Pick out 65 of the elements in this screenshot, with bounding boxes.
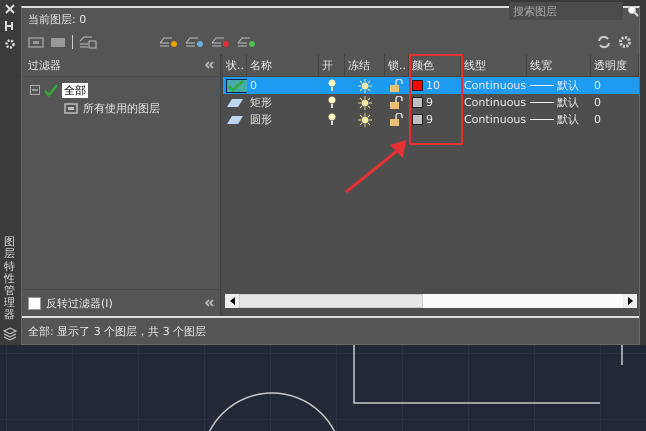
color-swatch[interactable] (412, 114, 423, 125)
lineweight-line (530, 119, 554, 120)
lineweight-label[interactable]: 默认 (557, 112, 579, 127)
color-swatch[interactable] (412, 97, 423, 108)
settings-icon[interactable] (617, 34, 633, 50)
sun-icon[interactable] (358, 96, 372, 110)
transparency-value: 0 (594, 113, 601, 126)
linetype-label[interactable]: Continuous (464, 96, 526, 109)
filter-item[interactable]: 所有使用的图层 (81, 100, 162, 116)
scroll-left-icon[interactable] (225, 294, 239, 308)
collapse-icon[interactable] (204, 61, 214, 69)
layer-icon[interactable] (211, 35, 231, 49)
linetype-label[interactable]: Continuous (464, 113, 526, 126)
bulb-icon[interactable] (328, 113, 336, 126)
layer-name: 0 (250, 79, 257, 92)
lineweight-label[interactable]: 默认 (557, 95, 579, 110)
layer-states-icon[interactable] (79, 35, 97, 49)
column-header[interactable]: 颜色 (409, 54, 461, 76)
scroll-right-icon[interactable] (623, 294, 637, 308)
invert-filter-label: 反转过滤器(I) (46, 296, 114, 310)
folder-icon[interactable] (50, 36, 66, 48)
folder-icon (64, 102, 78, 114)
layer-name: 矩形 (250, 95, 272, 110)
column-header[interactable]: 状.. (223, 54, 247, 76)
collapse-icon[interactable] (204, 299, 214, 307)
filter-check-icon (43, 83, 59, 97)
layer-name: 圆形 (250, 112, 272, 127)
invert-checkbox[interactable] (28, 296, 41, 310)
column-header[interactable]: 锁.. (385, 54, 409, 76)
lineweight-line (530, 85, 554, 86)
sun-icon[interactable] (358, 112, 372, 126)
expand-toggle-icon[interactable] (30, 85, 40, 95)
layer-icon[interactable] (237, 35, 257, 49)
column-header[interactable]: 透明度 (591, 54, 639, 76)
panel-title: 图层特性管理器 (4, 236, 15, 321)
settings-icon[interactable] (4, 38, 16, 50)
search-field[interactable]: 搜索图层 (509, 2, 623, 20)
bulb-icon[interactable] (328, 96, 336, 109)
color-number: 10 (426, 79, 440, 92)
filter-item[interactable]: 全部 (62, 82, 88, 98)
color-swatch[interactable] (412, 80, 423, 91)
search-icon[interactable] (627, 5, 639, 17)
transparency-value: 0 (594, 79, 601, 92)
column-header[interactable]: 冻结 (345, 54, 385, 76)
color-number: 9 (426, 113, 433, 126)
column-header[interactable]: 线型 (461, 54, 527, 76)
pin-icon[interactable] (4, 20, 14, 32)
current-layer-label: 当前图层: 0 (28, 12, 86, 26)
close-icon[interactable] (4, 4, 14, 14)
padlock-icon[interactable] (389, 96, 405, 110)
horizontal-scrollbar[interactable] (225, 294, 637, 308)
padlock-icon[interactable] (389, 112, 405, 126)
layer-icon[interactable] (159, 35, 179, 49)
transparency-value: 0 (594, 96, 601, 109)
layer-icon[interactable] (185, 35, 205, 49)
color-number: 9 (426, 96, 433, 109)
column-header[interactable]: 线宽 (527, 54, 591, 76)
folder-icon[interactable] (28, 36, 44, 48)
column-header[interactable]: 开 (319, 54, 345, 76)
lineweight-line (530, 102, 554, 103)
column-header[interactable]: 名称 (247, 54, 319, 76)
refresh-icon[interactable] (597, 35, 611, 49)
layers-icon[interactable] (2, 327, 18, 341)
scrollbar-thumb[interactable] (239, 294, 423, 308)
filters-title: 过滤器 (28, 58, 61, 72)
